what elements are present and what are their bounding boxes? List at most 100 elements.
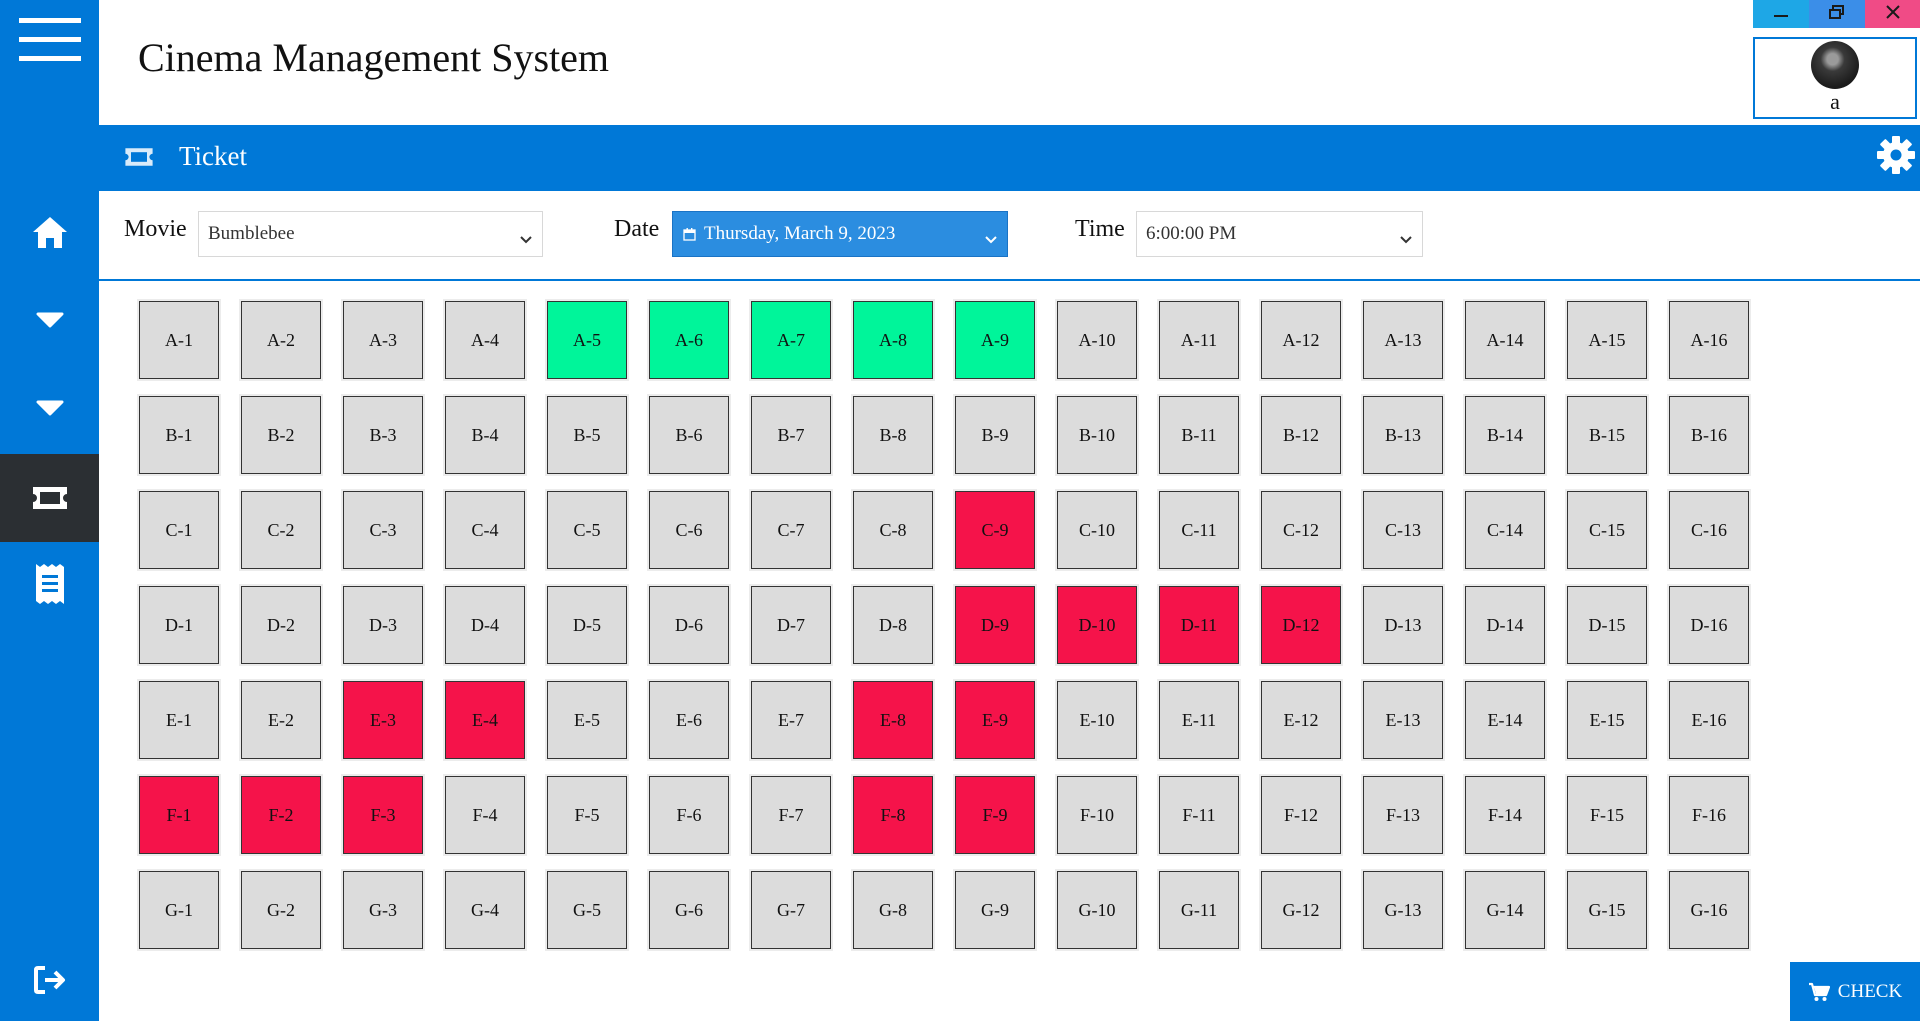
seat-f-12[interactable]: F-12 xyxy=(1261,776,1341,854)
seat-f-16[interactable]: F-16 xyxy=(1669,776,1749,854)
seat-g-5[interactable]: G-5 xyxy=(547,871,627,949)
seat-b-14[interactable]: B-14 xyxy=(1465,396,1545,474)
seat-e-3[interactable]: E-3 xyxy=(343,681,423,759)
movie-select[interactable]: Bumblebee xyxy=(198,211,543,257)
seat-d-10[interactable]: D-10 xyxy=(1057,586,1137,664)
seat-e-8[interactable]: E-8 xyxy=(853,681,933,759)
seat-c-10[interactable]: C-10 xyxy=(1057,491,1137,569)
seat-a-15[interactable]: A-15 xyxy=(1567,301,1647,379)
seat-e-13[interactable]: E-13 xyxy=(1363,681,1443,759)
check-button[interactable]: CHECK xyxy=(1790,962,1920,1021)
seat-d-3[interactable]: D-3 xyxy=(343,586,423,664)
seat-f-2[interactable]: F-2 xyxy=(241,776,321,854)
seat-e-16[interactable]: E-16 xyxy=(1669,681,1749,759)
seat-g-12[interactable]: G-12 xyxy=(1261,871,1341,949)
seat-f-7[interactable]: F-7 xyxy=(751,776,831,854)
seat-d-1[interactable]: D-1 xyxy=(139,586,219,664)
seat-a-7[interactable]: A-7 xyxy=(751,301,831,379)
seat-g-6[interactable]: G-6 xyxy=(649,871,729,949)
seat-c-7[interactable]: C-7 xyxy=(751,491,831,569)
seat-f-5[interactable]: F-5 xyxy=(547,776,627,854)
seat-f-4[interactable]: F-4 xyxy=(445,776,525,854)
seat-f-11[interactable]: F-11 xyxy=(1159,776,1239,854)
seat-c-3[interactable]: C-3 xyxy=(343,491,423,569)
seat-b-6[interactable]: B-6 xyxy=(649,396,729,474)
time-select[interactable]: 6:00:00 PM xyxy=(1136,211,1423,257)
seat-d-2[interactable]: D-2 xyxy=(241,586,321,664)
seat-b-4[interactable]: B-4 xyxy=(445,396,525,474)
seat-e-11[interactable]: E-11 xyxy=(1159,681,1239,759)
seat-g-4[interactable]: G-4 xyxy=(445,871,525,949)
seat-a-4[interactable]: A-4 xyxy=(445,301,525,379)
seat-d-4[interactable]: D-4 xyxy=(445,586,525,664)
seat-a-10[interactable]: A-10 xyxy=(1057,301,1137,379)
seat-a-16[interactable]: A-16 xyxy=(1669,301,1749,379)
seat-b-13[interactable]: B-13 xyxy=(1363,396,1443,474)
seat-c-2[interactable]: C-2 xyxy=(241,491,321,569)
seat-b-8[interactable]: B-8 xyxy=(853,396,933,474)
seat-f-8[interactable]: F-8 xyxy=(853,776,933,854)
seat-c-6[interactable]: C-6 xyxy=(649,491,729,569)
seat-a-14[interactable]: A-14 xyxy=(1465,301,1545,379)
seat-d-15[interactable]: D-15 xyxy=(1567,586,1647,664)
seat-c-11[interactable]: C-11 xyxy=(1159,491,1239,569)
sidebar-item-ticket[interactable] xyxy=(0,454,99,542)
seat-a-12[interactable]: A-12 xyxy=(1261,301,1341,379)
seat-b-11[interactable]: B-11 xyxy=(1159,396,1239,474)
sidebar-item-dropdown-2[interactable] xyxy=(0,364,99,452)
seat-e-6[interactable]: E-6 xyxy=(649,681,729,759)
gear-icon[interactable] xyxy=(1876,135,1916,180)
seat-b-1[interactable]: B-1 xyxy=(139,396,219,474)
seat-c-9[interactable]: C-9 xyxy=(955,491,1035,569)
seat-d-13[interactable]: D-13 xyxy=(1363,586,1443,664)
seat-g-14[interactable]: G-14 xyxy=(1465,871,1545,949)
seat-f-1[interactable]: F-1 xyxy=(139,776,219,854)
sidebar-item-receipts[interactable] xyxy=(0,540,99,628)
seat-a-2[interactable]: A-2 xyxy=(241,301,321,379)
seat-f-3[interactable]: F-3 xyxy=(343,776,423,854)
seat-c-5[interactable]: C-5 xyxy=(547,491,627,569)
seat-a-6[interactable]: A-6 xyxy=(649,301,729,379)
seat-d-14[interactable]: D-14 xyxy=(1465,586,1545,664)
seat-f-15[interactable]: F-15 xyxy=(1567,776,1647,854)
seat-d-9[interactable]: D-9 xyxy=(955,586,1035,664)
seat-a-3[interactable]: A-3 xyxy=(343,301,423,379)
seat-d-12[interactable]: D-12 xyxy=(1261,586,1341,664)
seat-e-10[interactable]: E-10 xyxy=(1057,681,1137,759)
seat-g-3[interactable]: G-3 xyxy=(343,871,423,949)
seat-b-12[interactable]: B-12 xyxy=(1261,396,1341,474)
seat-e-2[interactable]: E-2 xyxy=(241,681,321,759)
restore-button[interactable] xyxy=(1809,0,1865,28)
seat-d-7[interactable]: D-7 xyxy=(751,586,831,664)
seat-b-3[interactable]: B-3 xyxy=(343,396,423,474)
seat-a-1[interactable]: A-1 xyxy=(139,301,219,379)
seat-a-8[interactable]: A-8 xyxy=(853,301,933,379)
seat-d-5[interactable]: D-5 xyxy=(547,586,627,664)
menu-button[interactable] xyxy=(0,0,99,80)
seat-b-9[interactable]: B-9 xyxy=(955,396,1035,474)
seat-a-13[interactable]: A-13 xyxy=(1363,301,1443,379)
seat-g-9[interactable]: G-9 xyxy=(955,871,1035,949)
seat-c-1[interactable]: C-1 xyxy=(139,491,219,569)
seat-g-1[interactable]: G-1 xyxy=(139,871,219,949)
seat-c-15[interactable]: C-15 xyxy=(1567,491,1647,569)
seat-e-15[interactable]: E-15 xyxy=(1567,681,1647,759)
seat-e-12[interactable]: E-12 xyxy=(1261,681,1341,759)
seat-f-10[interactable]: F-10 xyxy=(1057,776,1137,854)
seat-f-14[interactable]: F-14 xyxy=(1465,776,1545,854)
seat-g-13[interactable]: G-13 xyxy=(1363,871,1443,949)
seat-c-14[interactable]: C-14 xyxy=(1465,491,1545,569)
sidebar-item-home[interactable] xyxy=(0,188,99,276)
seat-a-5[interactable]: A-5 xyxy=(547,301,627,379)
seat-a-9[interactable]: A-9 xyxy=(955,301,1035,379)
seat-g-16[interactable]: G-16 xyxy=(1669,871,1749,949)
seat-f-9[interactable]: F-9 xyxy=(955,776,1035,854)
seat-e-7[interactable]: E-7 xyxy=(751,681,831,759)
seat-b-16[interactable]: B-16 xyxy=(1669,396,1749,474)
seat-g-10[interactable]: G-10 xyxy=(1057,871,1137,949)
seat-f-6[interactable]: F-6 xyxy=(649,776,729,854)
seat-e-14[interactable]: E-14 xyxy=(1465,681,1545,759)
seat-c-8[interactable]: C-8 xyxy=(853,491,933,569)
seat-c-4[interactable]: C-4 xyxy=(445,491,525,569)
seat-b-15[interactable]: B-15 xyxy=(1567,396,1647,474)
